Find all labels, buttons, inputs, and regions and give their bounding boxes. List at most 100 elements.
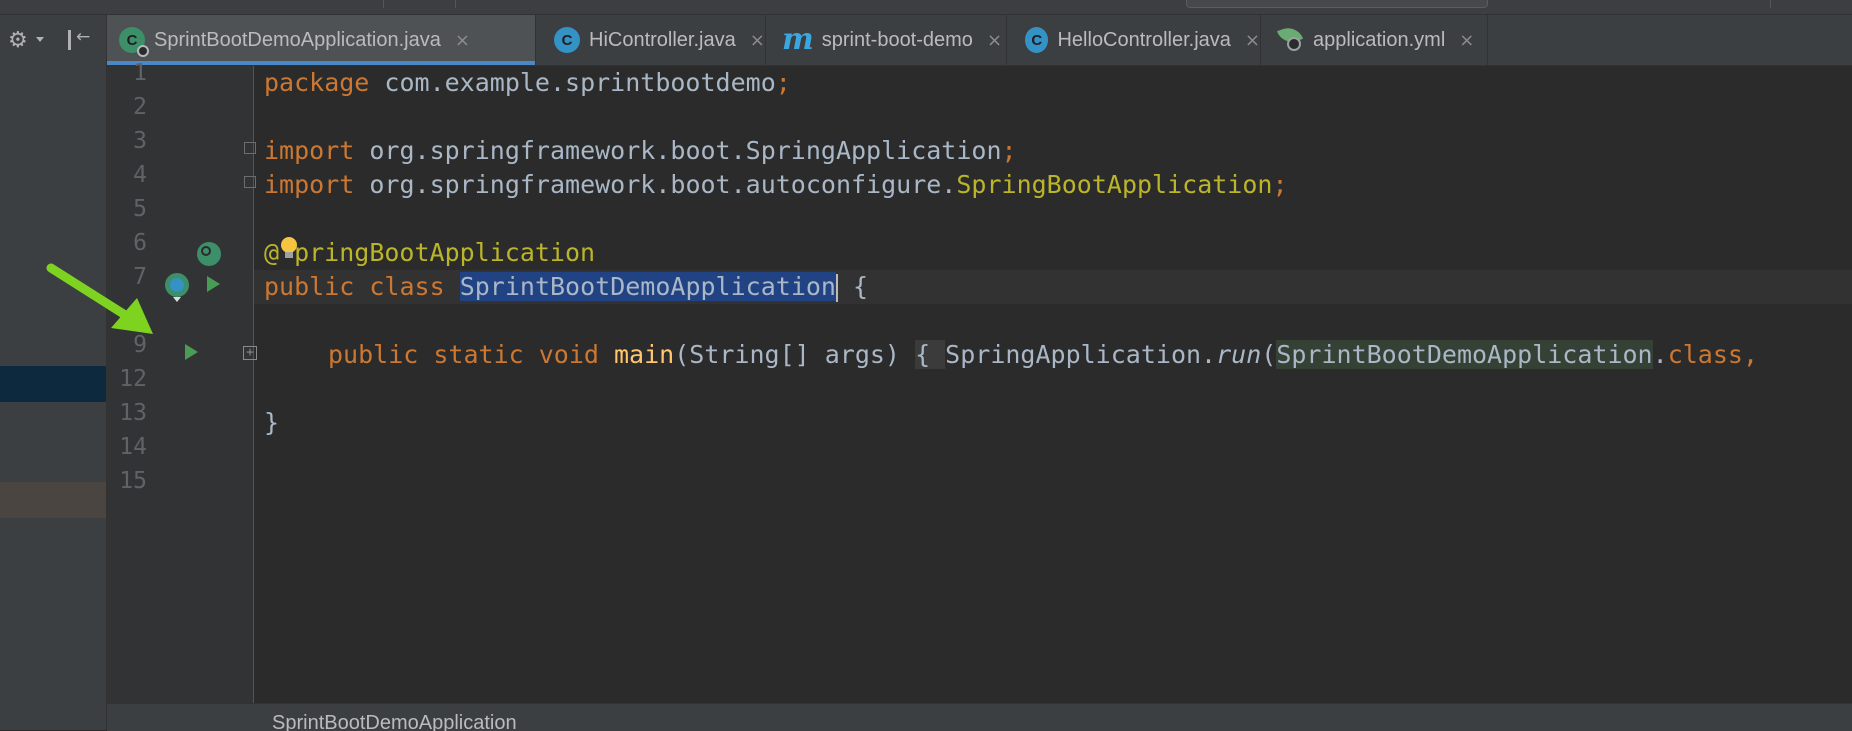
class-icon: C bbox=[554, 27, 580, 53]
chevron-down-icon bbox=[173, 297, 181, 302]
semicolon: ; bbox=[1272, 170, 1288, 199]
tab-hicontroller[interactable]: C HiController.java × bbox=[536, 15, 766, 65]
line-number: 15 bbox=[119, 468, 147, 494]
tab-label: HelloController.java bbox=[1057, 28, 1231, 51]
semicolon: ; bbox=[775, 68, 791, 97]
magnifier-icon bbox=[201, 246, 211, 256]
project-panel-toolbar: ⚙ ← bbox=[0, 15, 106, 65]
keyword: class bbox=[1667, 340, 1743, 369]
power-icon bbox=[1287, 37, 1301, 51]
class-letter: C bbox=[561, 31, 573, 49]
line-number: 1 bbox=[133, 60, 147, 86]
class-letter: C bbox=[126, 31, 138, 49]
comma: , bbox=[1742, 340, 1759, 369]
code-line-3[interactable]: import org.springframework.boot.SpringAp… bbox=[264, 134, 1017, 168]
divider bbox=[383, 0, 384, 8]
search-field[interactable] bbox=[1186, 0, 1488, 8]
closing-brace: } bbox=[264, 408, 280, 437]
semicolon: ; bbox=[1001, 136, 1017, 165]
class-letter: C bbox=[1031, 31, 1043, 49]
close-icon[interactable]: × bbox=[1459, 30, 1474, 51]
arrow-head bbox=[111, 298, 153, 334]
method-name: main bbox=[614, 340, 675, 369]
close-icon[interactable]: × bbox=[455, 30, 470, 51]
folded-block[interactable]: { bbox=[915, 340, 946, 369]
tab-sprint-boot-demo[interactable]: m sprint-boot-demo × bbox=[766, 15, 1007, 65]
keyword: import bbox=[264, 136, 355, 165]
code-line-13[interactable]: } bbox=[264, 406, 279, 440]
line-number: 12 bbox=[119, 366, 147, 392]
package-name: com.example.sprintbootdemo bbox=[369, 68, 776, 97]
line-number: 6 bbox=[133, 230, 147, 256]
line-number: 13 bbox=[119, 400, 147, 426]
collapse-bar-icon bbox=[68, 30, 71, 50]
keyword: package bbox=[264, 68, 370, 97]
line-number: 4 bbox=[133, 162, 147, 188]
chevron-down-icon[interactable] bbox=[36, 37, 44, 42]
arrow-shaft bbox=[46, 263, 138, 325]
line-number: 2 bbox=[133, 94, 147, 120]
tree-row-highlighted[interactable] bbox=[0, 482, 106, 518]
close-icon[interactable]: × bbox=[1245, 30, 1260, 51]
code-line-7[interactable]: public class SprintBootDemoApplication { bbox=[264, 270, 868, 304]
fold-marker-icon[interactable] bbox=[244, 142, 256, 154]
keyword: public static void bbox=[328, 340, 599, 369]
keyword: import bbox=[264, 170, 355, 199]
tree-row-selected[interactable] bbox=[0, 366, 106, 402]
divider bbox=[1770, 0, 1771, 8]
parameters: (String[] args) bbox=[674, 340, 900, 369]
close-icon[interactable]: × bbox=[987, 30, 1002, 51]
tab-label: HiController.java bbox=[589, 28, 736, 51]
run-class-icon[interactable] bbox=[207, 276, 220, 292]
breadcrumb-bar: SprintBootDemoApplication bbox=[107, 703, 1852, 731]
breadcrumb[interactable]: SprintBootDemoApplication bbox=[272, 712, 517, 731]
collapse-panel-button[interactable]: ← bbox=[66, 27, 92, 52]
editor-tab-bar: C SprintBootDemoApplication.java × C HiC… bbox=[107, 15, 1852, 66]
tab-sprintbootdemoapplication[interactable]: C SprintBootDemoApplication.java × bbox=[107, 15, 536, 65]
class-ref: SpringApplication. bbox=[945, 340, 1217, 369]
code-line-9[interactable]: public static void main(String[] args) {… bbox=[328, 338, 1758, 372]
keyword: public class bbox=[264, 272, 445, 301]
static-method: run bbox=[1216, 340, 1262, 369]
fold-marker-icon[interactable] bbox=[244, 176, 256, 188]
tab-label: sprint-boot-demo bbox=[821, 28, 973, 51]
editor-gutter[interactable]: 1 2 3 4 5 6 7 9 12 13 14 15 + bbox=[107, 60, 257, 703]
class-icon: C bbox=[1025, 27, 1049, 53]
spring-class-icon: C bbox=[119, 27, 149, 57]
annotation-at: @ bbox=[264, 238, 280, 267]
tab-hellocontroller[interactable]: C HelloController.java × bbox=[1007, 15, 1261, 65]
lightbulb-icon[interactable] bbox=[280, 237, 298, 259]
class-name-selected: SprintBootDemoApplication bbox=[459, 272, 836, 301]
spring-bean-icon[interactable] bbox=[197, 242, 221, 266]
code-line-6[interactable]: @ pringBootApplication bbox=[264, 236, 595, 270]
gear-icon[interactable]: ⚙ bbox=[8, 29, 28, 51]
tab-label: SprintBootDemoApplication.java bbox=[154, 28, 441, 51]
spring-leaf-icon bbox=[1276, 23, 1307, 55]
expand-fold-icon[interactable]: + bbox=[243, 346, 257, 360]
maven-icon: m bbox=[782, 22, 814, 57]
pointer-arrow-icon bbox=[46, 263, 153, 334]
import-path: org.springframework.boot.autoconfigure. bbox=[354, 170, 957, 199]
brace: { bbox=[837, 272, 869, 301]
code-editor[interactable]: 1 2 3 4 5 6 7 9 12 13 14 15 + package co… bbox=[107, 60, 1852, 703]
divider bbox=[455, 0, 456, 8]
annotation-class: SpringBootApplication bbox=[956, 170, 1273, 199]
line-number: 14 bbox=[119, 434, 147, 460]
arrow-left-icon: ← bbox=[76, 27, 91, 47]
import-path: org.springframework.boot.SpringApplicati… bbox=[354, 136, 1002, 165]
code-line-1[interactable]: package com.example.sprintbootdemo; bbox=[264, 66, 791, 100]
spring-bean-class-icon[interactable] bbox=[165, 273, 189, 302]
line-number: 5 bbox=[133, 196, 147, 222]
class-icon bbox=[170, 278, 184, 292]
power-icon bbox=[137, 45, 149, 57]
code-line-4[interactable]: import org.springframework.boot.autoconf… bbox=[264, 168, 1288, 202]
title-strip bbox=[0, 0, 1852, 15]
close-icon[interactable]: × bbox=[750, 30, 765, 51]
paren: ( bbox=[1261, 340, 1277, 369]
run-main-icon[interactable] bbox=[185, 344, 198, 360]
tab-application-yml[interactable]: application.yml × bbox=[1261, 15, 1488, 65]
project-panel: ⚙ ← bbox=[0, 15, 107, 730]
class-ref-highlighted: SprintBootDemoApplication bbox=[1276, 340, 1653, 369]
